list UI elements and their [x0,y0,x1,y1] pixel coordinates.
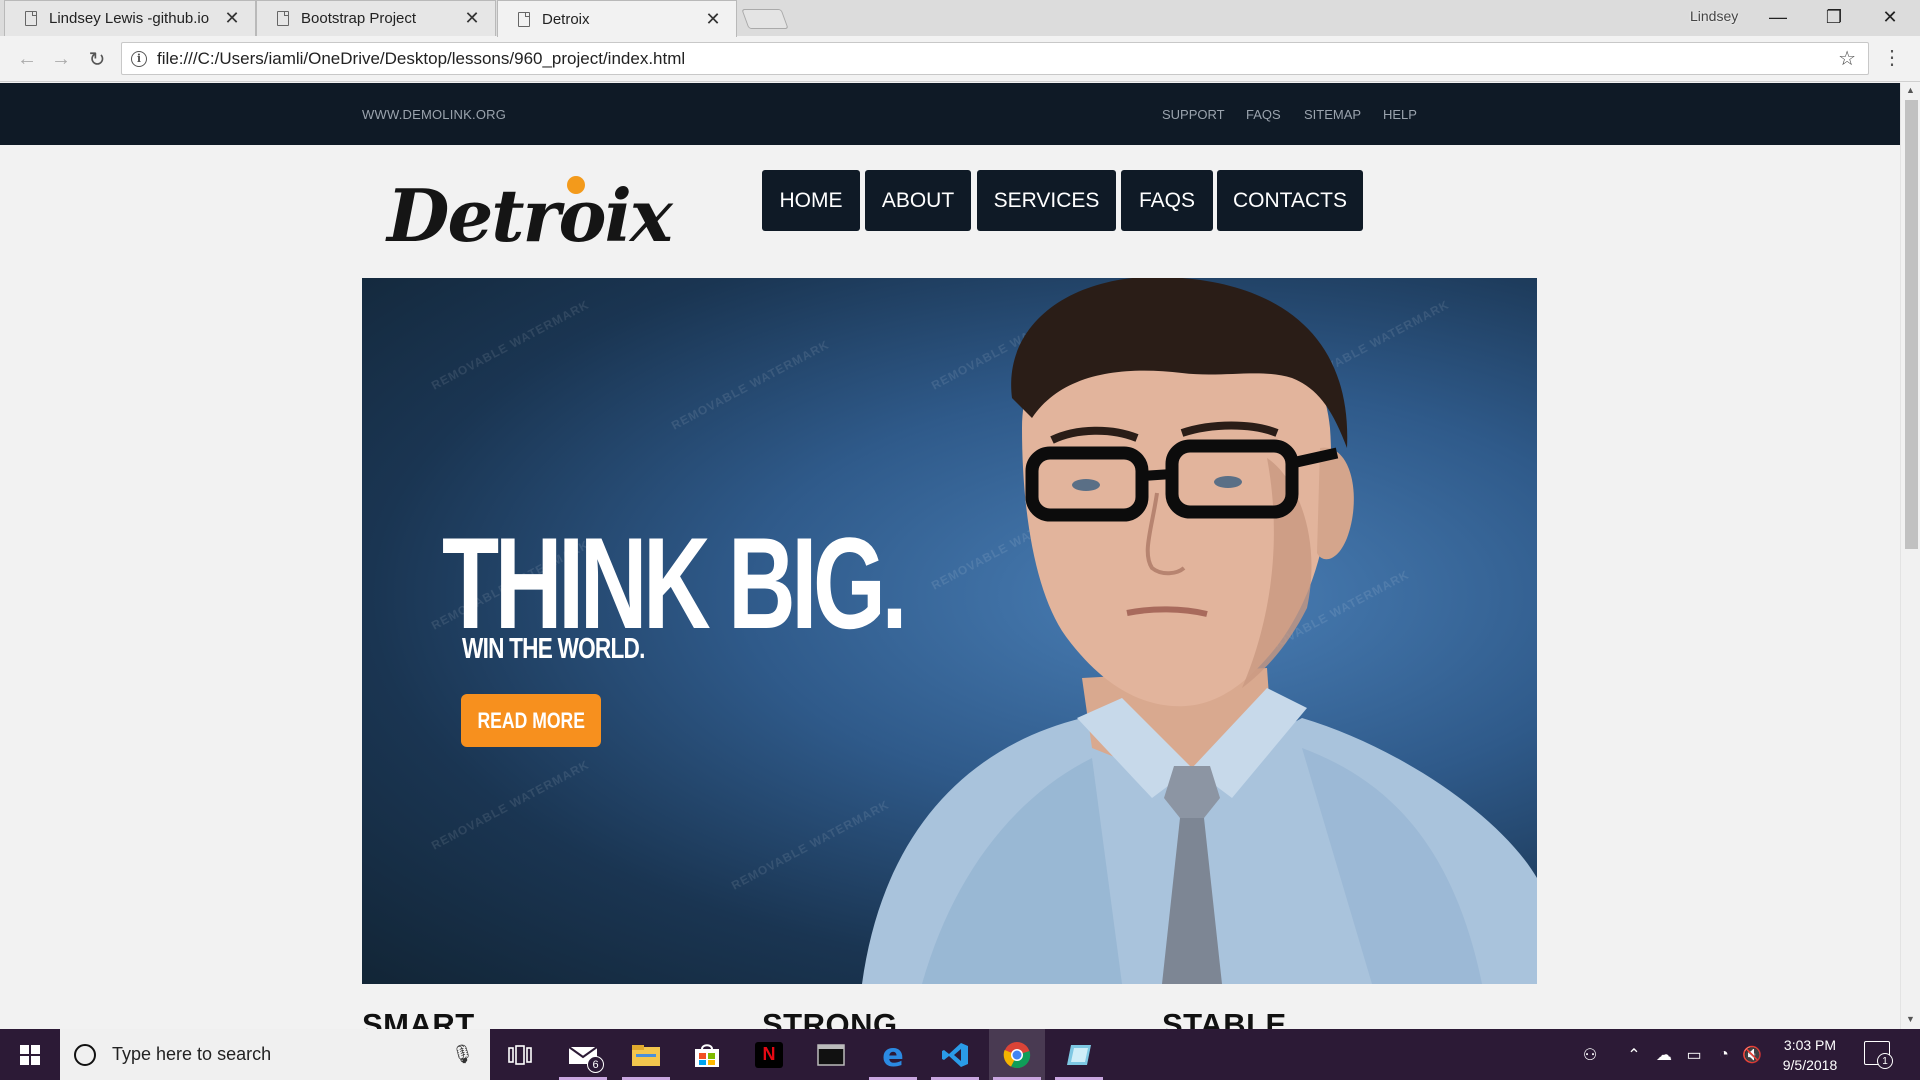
column-heading-stable: STABLE [1162,1007,1287,1029]
microphone-icon[interactable]: 🎙 [451,1044,474,1065]
search-placeholder[interactable]: Type here to search [112,1044,451,1065]
task-view-icon [508,1044,532,1065]
nav-contacts[interactable]: CONTACTS [1217,170,1363,231]
page-icon [518,11,530,27]
site-logo[interactable]: Detroix [375,161,673,258]
taskbar-chrome[interactable] [989,1029,1045,1080]
taskbar-file-explorer[interactable] [618,1029,674,1080]
faqs-link[interactable]: FAQS [1246,107,1281,122]
column-heading-smart: SMART [362,1007,475,1029]
chrome-icon [1003,1041,1031,1068]
nav-services[interactable]: SERVICES [977,170,1116,231]
taskbar-app-blue[interactable] [1051,1029,1107,1080]
nav-home[interactable]: HOME [762,170,860,231]
tab-close-icon[interactable]: ✕ [704,9,722,30]
taskbar-terminal[interactable] [803,1029,859,1080]
tab-close-icon[interactable]: ✕ [223,8,241,29]
netflix-icon: N [755,1041,783,1068]
taskbar-edge[interactable]: e [865,1029,921,1080]
new-tab-button[interactable] [741,9,789,29]
tab-detroix[interactable]: Detroix ✕ [497,0,737,37]
taskbar-store[interactable] [679,1029,735,1080]
taskbar-vscode[interactable] [927,1029,983,1080]
nav-faqs[interactable]: FAQS [1121,170,1213,231]
restore-button[interactable]: ❐ [1806,0,1862,34]
notification-count: 1 [1877,1053,1893,1069]
info-icon[interactable]: i [131,50,147,67]
terminal-icon [817,1043,845,1066]
windows-taskbar: Type here to search 🎙 6 N e ⚇ ⌃ ☁ ▭ ◔ 🔇 … [0,1029,1920,1080]
hero-subheadline: WIN THE WORLD. [462,633,645,665]
tab-title: Lindsey Lewis -github.io [49,10,210,27]
scrollbar-thumb[interactable] [1905,100,1918,549]
support-link[interactable]: SUPPORT [1162,107,1225,122]
page-scrollbar[interactable]: ▲ ▼ [1900,83,1920,1029]
generic-app-icon [1067,1044,1091,1065]
url-text[interactable]: file:///C:/Users/iamli/OneDrive/Desktop/… [157,49,1838,69]
page-icon [277,11,289,26]
logo-dot [567,176,585,194]
read-more-label: READ MORE [477,707,585,733]
taskbar-search[interactable]: Type here to search 🎙 [60,1029,490,1080]
vscode-icon [942,1042,968,1067]
column-heading-strong: STRONG [762,1007,898,1029]
task-view-button[interactable] [492,1029,548,1080]
hero-banner: REMOVABLE WATERMARK REMOVABLE WATERMARK … [362,278,1537,984]
wifi-icon[interactable]: ◔ [1710,1029,1738,1080]
taskbar-netflix[interactable]: N [741,1029,797,1080]
reload-icon[interactable]: ↻ [84,46,110,72]
clock-date: 9/5/2018 [1782,1057,1838,1073]
people-icon[interactable]: ⚇ [1575,1029,1605,1080]
minimize-button[interactable]: — [1750,0,1806,34]
tray-chevron-icon[interactable]: ⌃ [1620,1029,1648,1080]
tab-title: Bootstrap Project [301,10,417,27]
site-topbar: WWW.DEMOLINK.ORG SUPPORT FAQS SITEMAP HE… [0,83,1900,145]
help-link[interactable]: HELP [1383,107,1417,122]
browser-menu-icon[interactable]: ⋮ [1882,48,1902,68]
scroll-up-icon[interactable]: ▲ [1906,85,1915,95]
scroll-down-icon[interactable]: ▼ [1906,1014,1915,1024]
windows-logo-icon [20,1044,40,1065]
close-window-button[interactable]: ✕ [1862,0,1918,34]
start-button[interactable] [0,1029,60,1080]
mail-badge: 6 [587,1056,604,1073]
store-icon [695,1043,719,1067]
bookmark-star-icon[interactable]: ☆ [1838,46,1856,71]
folder-icon [632,1044,660,1066]
read-more-button[interactable]: READ MORE [461,694,601,747]
back-arrow-icon[interactable]: ← [14,46,40,72]
browser-tab-strip: Lindsey Lewis -github.io ✕ Bootstrap Pro… [0,0,1920,37]
battery-icon[interactable]: ▭ [1680,1029,1708,1080]
page-icon [25,11,37,26]
tab-bootstrap-project[interactable]: Bootstrap Project ✕ [256,0,496,36]
clock[interactable]: 3:03 PM 9/5/2018 [1770,1035,1850,1075]
volume-muted-icon[interactable]: 🔇 [1738,1029,1766,1080]
clock-time: 3:03 PM [1783,1037,1837,1053]
edge-icon: e [882,1035,904,1074]
cortana-icon [74,1043,96,1066]
profile-name[interactable]: Lindsey [1690,8,1738,24]
forward-arrow-icon[interactable]: → [48,46,74,72]
address-bar[interactable]: i file:///C:/Users/iamli/OneDrive/Deskto… [121,42,1869,75]
tab-title: Detroix [542,10,590,28]
sitemap-link[interactable]: SITEMAP [1304,107,1361,122]
nav-about[interactable]: ABOUT [865,170,971,231]
tab-lindsey-lewis-github[interactable]: Lindsey Lewis -github.io ✕ [4,0,256,36]
logo-text: Detroix [387,173,673,258]
onedrive-icon[interactable]: ☁ [1650,1029,1678,1080]
site-url-link[interactable]: WWW.DEMOLINK.ORG [362,107,506,122]
tab-close-icon[interactable]: ✕ [463,8,481,29]
taskbar-mail[interactable]: 6 [555,1029,611,1080]
page-viewport: WWW.DEMOLINK.ORG SUPPORT FAQS SITEMAP HE… [0,83,1900,1029]
browser-toolbar: ← → ↻ i file:///C:/Users/iamli/OneDrive/… [0,36,1920,82]
